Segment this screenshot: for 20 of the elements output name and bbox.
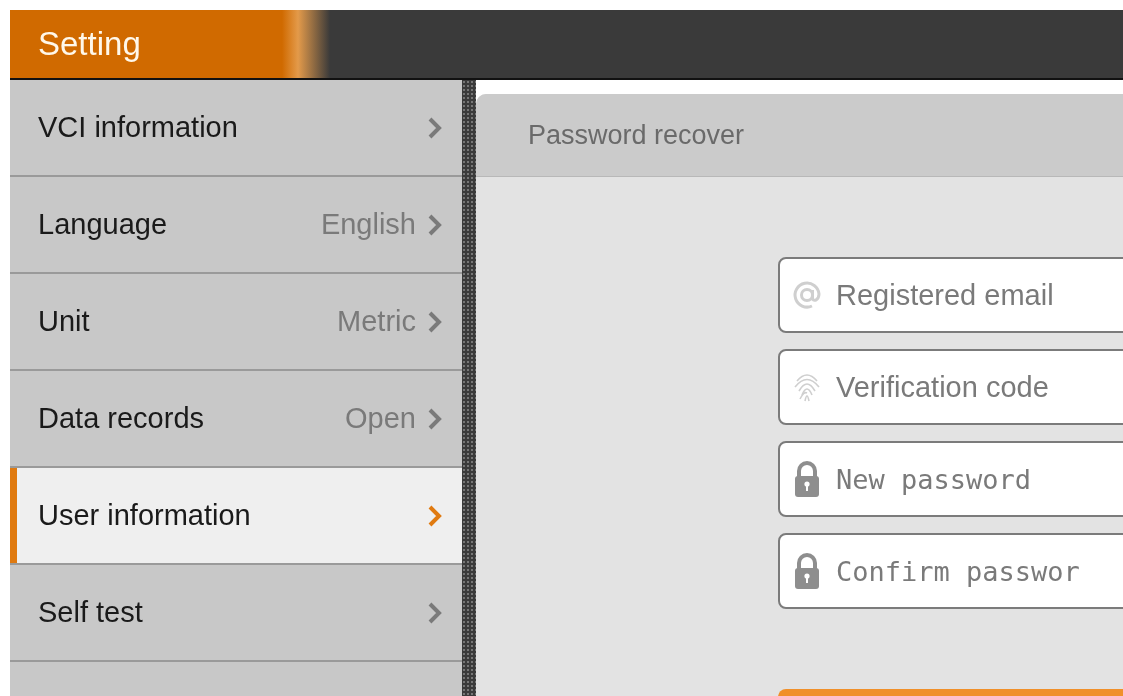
chevron-icon xyxy=(428,504,442,527)
text-input[interactable]: New password xyxy=(834,462,1123,496)
padlock-icon xyxy=(792,460,822,498)
sidebar-item[interactable]: User information xyxy=(10,468,462,565)
text-input[interactable]: Registered email xyxy=(834,277,1123,313)
input-field[interactable]: Registered email xyxy=(778,257,1123,333)
input-field[interactable]: New password xyxy=(778,441,1123,517)
at-sign-icon xyxy=(792,280,822,310)
text-input[interactable]: Verification code xyxy=(834,369,1123,405)
padlock-icon xyxy=(792,552,822,590)
screen-title: Setting xyxy=(38,25,141,63)
input-field[interactable]: Verification code xyxy=(778,349,1123,425)
panel-title: Password recover xyxy=(528,119,745,151)
chevron-icon xyxy=(428,601,442,624)
chevron-icon xyxy=(428,213,442,236)
text-input[interactable]: Confirm passwor xyxy=(834,554,1123,588)
chevron-icon xyxy=(428,310,442,333)
chevron-icon xyxy=(428,116,442,139)
chevron-icon xyxy=(428,407,442,430)
input-field[interactable]: Confirm passwor xyxy=(778,533,1123,609)
